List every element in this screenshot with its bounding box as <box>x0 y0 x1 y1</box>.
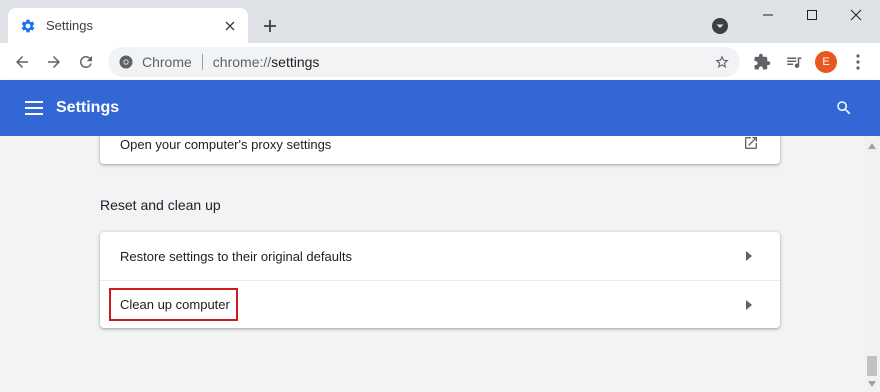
close-tab-icon[interactable] <box>220 16 240 36</box>
page-title: Settings <box>56 99 120 116</box>
reset-section-title: Reset and clean up <box>100 197 221 213</box>
tab-search-icon[interactable] <box>710 16 730 36</box>
scrollbar-thumb[interactable] <box>867 356 877 376</box>
browser-toolbar: Chrome chrome://settings E <box>0 43 880 80</box>
back-button[interactable] <box>8 48 36 76</box>
kebab-menu-icon[interactable] <box>846 50 870 74</box>
chrome-icon <box>119 55 133 69</box>
new-tab-button[interactable] <box>258 14 282 38</box>
scroll-up-arrow-icon[interactable] <box>864 140 880 152</box>
close-window-button[interactable] <box>832 0 880 30</box>
omnibox-separator <box>201 54 203 70</box>
reset-card: Restore settings to their original defau… <box>100 232 780 328</box>
media-controls-icon[interactable] <box>782 50 806 74</box>
minimize-button[interactable] <box>744 0 792 30</box>
forward-button[interactable] <box>40 48 68 76</box>
scroll-down-arrow-icon[interactable] <box>864 378 880 390</box>
url-text[interactable]: chrome://settings <box>213 54 320 70</box>
open-in-new-icon[interactable] <box>742 136 760 152</box>
clean-up-computer-label: Clean up computer <box>120 297 230 312</box>
arrow-right-icon <box>744 250 754 262</box>
bookmark-star-icon[interactable] <box>714 54 730 70</box>
gear-icon <box>20 18 36 34</box>
tab-settings[interactable]: Settings <box>8 8 248 43</box>
settings-header: Settings <box>0 80 880 136</box>
url-host: settings <box>271 54 320 70</box>
arrow-right-icon <box>744 299 754 311</box>
settings-content: Open your computer's proxy settings Rese… <box>0 136 864 392</box>
proxy-settings-card: Open your computer's proxy settings <box>100 136 780 164</box>
restore-defaults-row[interactable]: Restore settings to their original defau… <box>100 232 780 280</box>
tab-strip: Settings <box>0 0 880 43</box>
reload-button[interactable] <box>72 48 100 76</box>
extensions-puzzle-icon[interactable] <box>750 50 774 74</box>
address-bar[interactable]: Chrome chrome://settings <box>108 47 740 77</box>
tab-title: Settings <box>46 18 93 33</box>
profile-avatar[interactable]: E <box>815 51 837 73</box>
search-icon[interactable] <box>832 96 856 120</box>
restore-defaults-label: Restore settings to their original defau… <box>120 248 352 264</box>
url-scheme: chrome:// <box>212 54 272 70</box>
site-chip: Chrome <box>142 54 192 70</box>
vertical-scrollbar[interactable] <box>864 136 880 392</box>
proxy-settings-label: Open your computer's proxy settings <box>120 136 332 152</box>
clean-up-computer-row[interactable]: Clean up computer <box>100 280 780 328</box>
hamburger-menu-icon[interactable] <box>22 96 46 120</box>
maximize-button[interactable] <box>788 0 836 30</box>
proxy-settings-row[interactable]: Open your computer's proxy settings <box>100 136 780 164</box>
